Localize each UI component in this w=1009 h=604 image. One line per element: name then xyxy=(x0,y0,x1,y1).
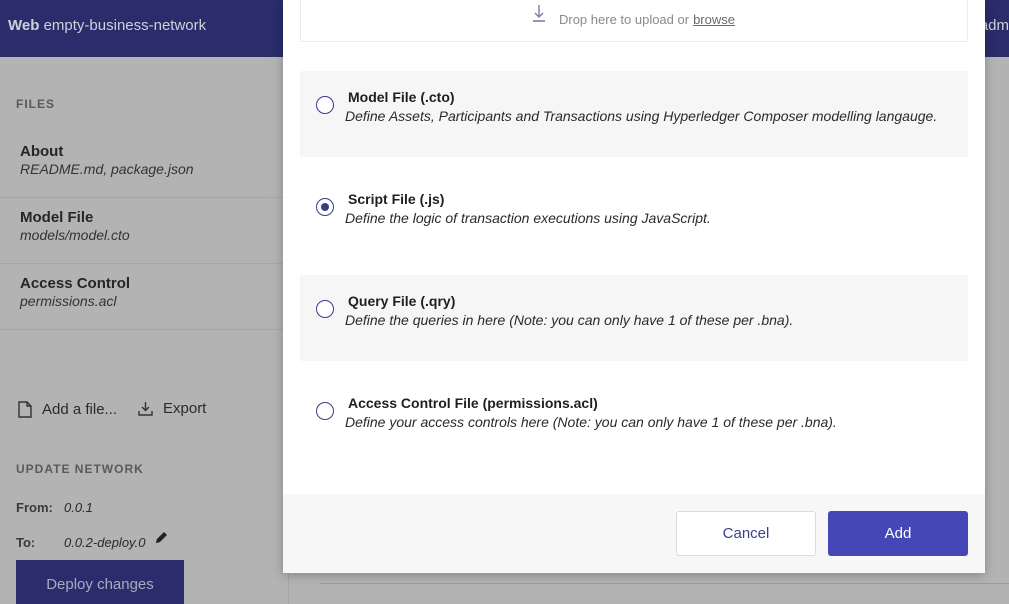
file-item-subtitle: permissions.acl xyxy=(20,293,117,309)
add-file-dialog: Drop here to upload or browse Model File… xyxy=(283,0,985,573)
file-item-access-control[interactable]: Access Control permissions.acl xyxy=(0,264,289,330)
radio-query-file[interactable] xyxy=(316,300,334,318)
radio-model-file[interactable] xyxy=(316,96,334,114)
option-access-control-file[interactable]: Access Control File (permissions.acl) De… xyxy=(300,377,968,463)
to-label: To: xyxy=(16,535,36,550)
option-description: Define your access controls here (Note: … xyxy=(345,414,837,430)
upload-dropzone[interactable]: Drop here to upload or browse xyxy=(300,0,968,42)
option-query-file[interactable]: Query File (.qry) Define the queries in … xyxy=(300,275,968,361)
add-file-icon xyxy=(18,401,32,418)
files-heading: FILES xyxy=(16,97,56,111)
browse-link[interactable]: browse xyxy=(693,12,735,27)
option-script-file[interactable]: Script File (.js) Define the logic of tr… xyxy=(300,173,968,259)
dropzone-text: Drop here to upload or xyxy=(558,12,690,27)
option-description: Define the logic of transaction executio… xyxy=(345,210,711,226)
business-network-name: empty-business-network xyxy=(43,17,207,34)
divider xyxy=(320,583,1009,584)
file-item-title: Access Control xyxy=(20,275,131,292)
file-item-subtitle: README.md, package.json xyxy=(20,161,194,177)
file-item-title: Model File xyxy=(20,209,94,226)
export-button[interactable]: Export xyxy=(138,400,206,417)
sidebar: FILES About README.md, package.json Mode… xyxy=(0,57,289,604)
option-description: Define Assets, Participants and Transact… xyxy=(345,108,938,124)
brand-bold: Web xyxy=(8,17,40,34)
dialog-footer: Cancel Add xyxy=(283,494,985,573)
file-item-subtitle: models/model.cto xyxy=(20,227,130,243)
upload-icon xyxy=(532,4,545,22)
add-file-button[interactable]: Add a file... xyxy=(18,401,117,418)
file-type-options: Model File (.cto) Define Assets, Partici… xyxy=(300,71,968,479)
radio-script-file[interactable] xyxy=(316,198,334,216)
option-description: Define the queries in here (Note: you ca… xyxy=(345,312,794,328)
cancel-button[interactable]: Cancel xyxy=(676,511,816,556)
pencil-icon[interactable] xyxy=(154,530,169,545)
option-model-file[interactable]: Model File (.cto) Define Assets, Partici… xyxy=(300,71,968,157)
update-network-heading: UPDATE NETWORK xyxy=(16,462,144,476)
from-label: From: xyxy=(16,500,53,515)
file-item-model[interactable]: Model File models/model.cto xyxy=(0,198,289,264)
file-item-title: About xyxy=(20,143,64,160)
option-title: Access Control File (permissions.acl) xyxy=(348,395,598,411)
option-title: Query File (.qry) xyxy=(348,293,456,309)
radio-access-control-file[interactable] xyxy=(316,402,334,420)
export-label: Export xyxy=(163,400,207,417)
app-brand: Web empty-business-network xyxy=(8,17,206,34)
export-icon xyxy=(138,402,153,416)
option-title: Script File (.js) xyxy=(348,191,445,207)
add-button[interactable]: Add xyxy=(828,511,968,556)
to-version: 0.0.2-deploy.0 xyxy=(64,535,146,550)
add-file-label: Add a file... xyxy=(42,401,118,418)
file-item-about[interactable]: About README.md, package.json xyxy=(0,132,289,198)
from-version: 0.0.1 xyxy=(64,500,93,515)
option-title: Model File (.cto) xyxy=(348,89,455,105)
deploy-changes-button[interactable]: Deploy changes xyxy=(16,560,184,604)
